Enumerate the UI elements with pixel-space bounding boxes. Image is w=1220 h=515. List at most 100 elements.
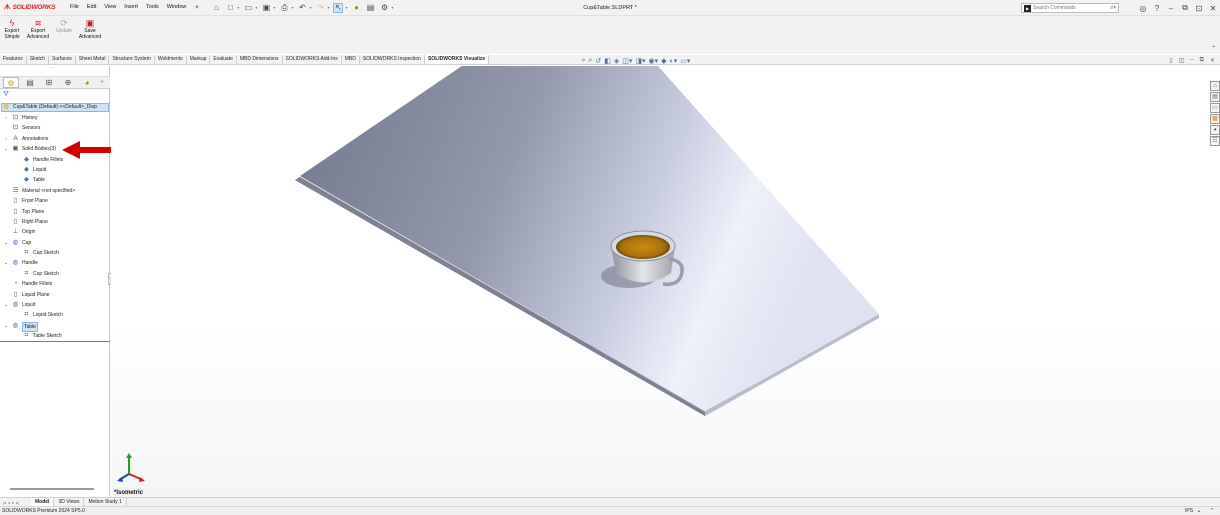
traffic-light-icon[interactable]: ● [352, 3, 362, 13]
save-advanced-button[interactable]: ▣ Save Advanced [78, 18, 102, 40]
panel-scrollbar[interactable] [10, 488, 94, 490]
restore-icon[interactable]: ⧉ [1178, 3, 1192, 13]
tab-solidworks-visualize[interactable]: SOLIDWORKS Visualize [424, 55, 490, 64]
file-explorer-icon[interactable]: ▭ [1210, 103, 1220, 113]
apply-scene-icon[interactable]: ◐▾ [670, 57, 678, 65]
tile-icon[interactable]: ⊡ [1192, 4, 1206, 13]
section-view-icon[interactable]: ◧ [604, 57, 611, 65]
edit-appearance-icon[interactable]: ◆ [661, 57, 666, 65]
help-icon[interactable]: ? [1150, 4, 1164, 13]
tree-node[interactable]: ▯ Right Plane [0, 217, 110, 227]
liquid-surface[interactable] [616, 235, 670, 259]
display-manager-tab-icon[interactable]: ◕ [79, 77, 95, 88]
solidworks-logo[interactable]: ᗑ SOLIDWORKS [0, 4, 60, 12]
expand-toggle-icon[interactable]: ⌄ [3, 300, 9, 310]
tab-solidworks-add-ins[interactable]: SOLIDWORKS Add-Ins [283, 55, 342, 64]
menu-insert[interactable]: Insert [120, 4, 142, 11]
appearances-scenes-icon[interactable]: ◕ [1210, 125, 1220, 135]
search-input[interactable] [1033, 5, 1111, 11]
tree-node[interactable]: ☰ Material <not specified> [0, 186, 110, 196]
tab-motion-study-1[interactable]: Motion Study 1 [84, 498, 127, 506]
filter-icon[interactable]: ⛛ [3, 91, 9, 99]
dimxpert-tab-icon[interactable]: ⊕ [60, 77, 76, 88]
property-manager-tab-icon[interactable]: ▤ [22, 77, 38, 88]
prev-tab-icon[interactable]: ◂ [8, 500, 10, 505]
tree-node[interactable]: ⌄ ◍ Handle [0, 258, 110, 268]
tree-node[interactable]: ▯ Top Plane [0, 207, 110, 217]
redo-dropdown-icon[interactable]: ▾ [327, 5, 329, 10]
collapse-ribbon-icon[interactable]: ⌃ [1211, 45, 1216, 52]
tab-model[interactable]: Model [31, 498, 55, 506]
dynamic-annotation-icon[interactable]: ◈ [614, 57, 619, 65]
feature-tree-tab-icon[interactable]: ⚙ [3, 77, 19, 88]
select-cursor-icon[interactable]: ↖ [333, 2, 344, 13]
last-tab-icon[interactable]: ▸| [16, 500, 19, 505]
viewport-split-icon[interactable]: ▯ [1169, 57, 1172, 64]
hide-show-items-icon[interactable]: ◉▾ [649, 57, 659, 65]
graphics-viewport[interactable]: *Isometric ⌂ ▤ ▭ ▦ ◕ ☷ [111, 66, 1220, 497]
home-icon[interactable]: ⌂ [211, 3, 221, 13]
tree-node[interactable]: ⊥ Origin [0, 227, 110, 237]
search-commands-box[interactable]: ▶ ⌕▾ [1021, 3, 1119, 13]
search-icon[interactable]: ⌕▾ [1110, 5, 1116, 12]
export-advanced-button[interactable]: ≋ Export Advanced [26, 18, 50, 40]
menu-view[interactable]: View [100, 4, 120, 11]
print-dropdown-icon[interactable]: ▾ [291, 5, 293, 10]
viewport-minimize-icon[interactable]: – [1190, 57, 1193, 64]
next-tab-icon[interactable]: ▸ [12, 500, 14, 505]
undo-dropdown-icon[interactable]: ▾ [309, 5, 311, 10]
options-gear-icon[interactable]: ⚙ [380, 3, 390, 13]
expand-toggle-icon[interactable]: › [3, 134, 9, 144]
tree-node[interactable]: ⌄ ◍ Liquid [0, 300, 110, 310]
viewport-tile-icon[interactable]: ◫ [1179, 57, 1185, 64]
file-properties-icon[interactable]: ▤ [366, 3, 376, 13]
options-dropdown-icon[interactable]: ▾ [392, 5, 394, 10]
tree-node[interactable]: › ⊡ History [0, 113, 110, 123]
zoom-to-fit-icon[interactable]: ⌕ [582, 57, 586, 65]
tree-node[interactable]: ▯ Liquid Plane [0, 290, 110, 300]
part-root-node[interactable]: ⚙ Cup&Table (Default) <<Default>_Disp [1, 103, 109, 112]
menu-tools[interactable]: Tools [142, 4, 163, 11]
close-icon[interactable]: ✕ [1206, 4, 1220, 13]
panel-collapse-icon[interactable]: ⌃ [50, 66, 53, 71]
unit-system-button[interactable]: IPS [1185, 508, 1193, 514]
update-button[interactable]: ⟳ Update [52, 18, 76, 35]
view-orientation-icon[interactable]: ◫▾ [622, 57, 632, 65]
menu-window[interactable]: Window [163, 4, 191, 11]
undo-icon[interactable]: ↶ [297, 3, 307, 13]
open-folder-icon[interactable]: ▭ [243, 3, 253, 13]
menu-file[interactable]: File [66, 4, 83, 11]
tab-evaluate[interactable]: Evaluate [210, 55, 237, 64]
previous-view-icon[interactable]: ↺ [595, 57, 601, 65]
configuration-manager-tab-icon[interactable]: ⊞ [41, 77, 57, 88]
tree-node[interactable]: ⌗ Liquid Sketch [0, 310, 110, 320]
tree-node[interactable]: ⌗ Cup Sketch [0, 248, 110, 258]
expand-toggle-icon[interactable]: ⌄ [3, 258, 9, 268]
tree-node[interactable]: ⌗ Table Sketch [0, 331, 110, 342]
expand-toggle-icon[interactable]: ⌄ [3, 321, 9, 331]
view-palette-icon[interactable]: ▦ [1210, 114, 1220, 124]
user-icon[interactable]: ◎ [1136, 4, 1150, 13]
export-simple-button[interactable]: ϟ Export Simple [0, 18, 24, 40]
viewport-restore-icon[interactable]: ⧉ [1200, 57, 1204, 64]
tab-surfaces[interactable]: Surfaces [49, 55, 76, 64]
table-top[interactable] [300, 66, 879, 411]
viewport-close-icon[interactable]: ✕ [1210, 57, 1215, 64]
tab-markup[interactable]: Markup [187, 55, 211, 64]
tab-sketch[interactable]: Sketch [27, 55, 50, 64]
custom-properties-icon[interactable]: ☷ [1210, 136, 1220, 146]
tree-node[interactable]: ▯ Front Plane [0, 196, 110, 206]
expand-toggle-icon[interactable]: ⌄ [3, 144, 9, 154]
solidworks-resources-icon[interactable]: ⌂ [1210, 81, 1220, 91]
tree-node[interactable]: ◔ Handle Fillets [0, 279, 110, 289]
first-tab-icon[interactable]: |◂ [3, 500, 6, 505]
tree-node[interactable]: ◆ Liquid [0, 165, 110, 175]
tree-node[interactable]: ◆ Table [0, 175, 110, 185]
tab-features[interactable]: Features [0, 55, 27, 64]
display-style-icon[interactable]: ◨▾ [635, 57, 645, 65]
zoom-to-area-icon[interactable]: ⌕ [588, 57, 592, 65]
pin-icon[interactable]: ✦ [190, 4, 203, 11]
view-settings-icon[interactable]: ▭▾ [680, 57, 690, 65]
select-dropdown-icon[interactable]: ▾ [345, 5, 347, 10]
tab-scroll-icon[interactable]: ‹› [98, 77, 106, 88]
